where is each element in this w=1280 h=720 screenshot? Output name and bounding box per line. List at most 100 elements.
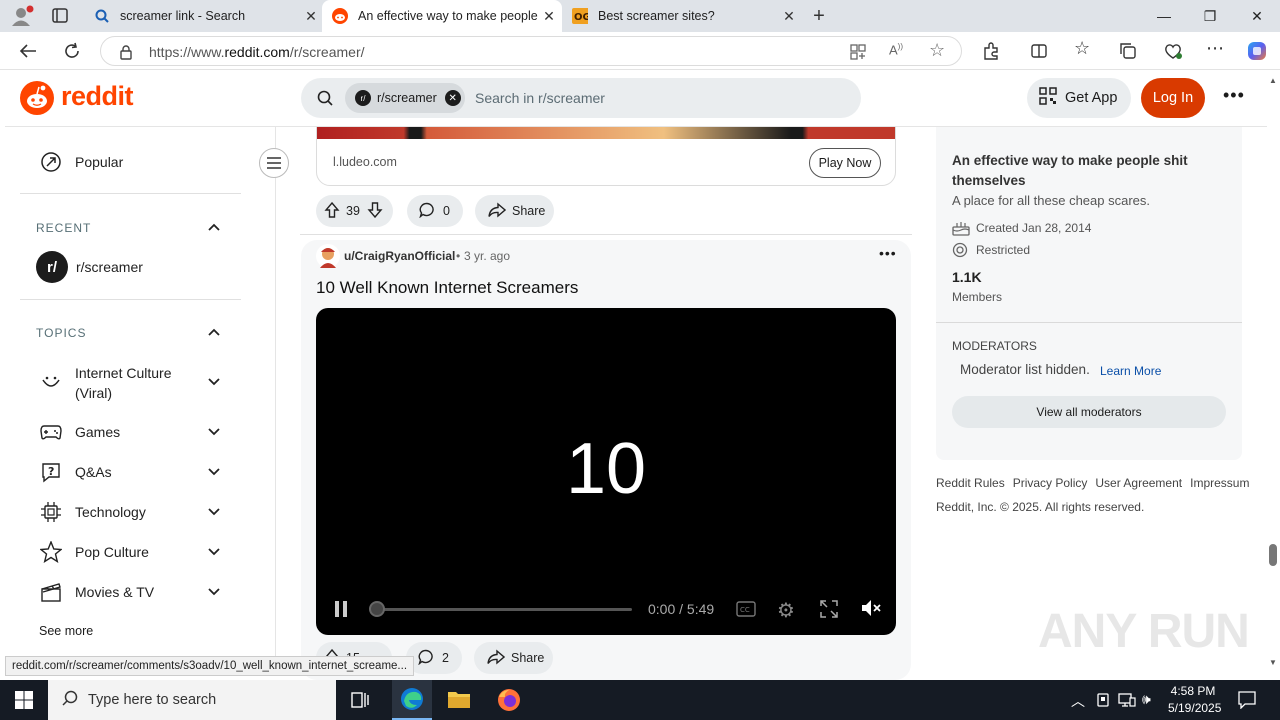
minimize-icon[interactable]: — — [1141, 0, 1187, 32]
get-app-button[interactable]: Get App — [1027, 78, 1131, 118]
view-all-moderators-button[interactable]: View all moderators — [952, 396, 1226, 428]
tab-reddit[interactable]: An effective way to make people ✕ — [322, 0, 562, 32]
back-icon[interactable] — [14, 38, 42, 64]
taskbar-search-box[interactable]: Type here to search — [48, 680, 336, 720]
collections-icon[interactable] — [1119, 42, 1137, 65]
restore-icon[interactable]: ❐ — [1187, 0, 1233, 32]
close-tab-icon[interactable]: ✕ — [780, 8, 798, 25]
chevron-down-icon[interactable] — [207, 585, 221, 599]
watermark: ANY RUN — [1038, 605, 1250, 658]
sidebar-item-r-screamer[interactable]: r/ r/screamer — [36, 251, 143, 283]
sidebar-topic-movies-tv[interactable]: Movies & TV — [39, 580, 154, 604]
upvote-icon[interactable] — [324, 201, 340, 221]
sidebar-topic-qas[interactable]: ? Q&As — [39, 460, 112, 484]
topics-heading[interactable]: TOPICS — [36, 326, 86, 340]
video-player[interactable]: 10 0:00 / 5:49 CC ⚙ — [316, 308, 896, 635]
sidebar-topic-games[interactable]: Games — [39, 420, 120, 444]
chevron-up-icon[interactable] — [207, 325, 221, 339]
reddit-logo-text[interactable]: reddit — [61, 81, 134, 112]
footer-link-user-agreement[interactable]: User Agreement — [1095, 476, 1182, 490]
login-button[interactable]: Log In — [1141, 78, 1205, 118]
post-title[interactable]: 10 Well Known Internet Screamers — [316, 278, 578, 298]
search-bar[interactable]: r/ r/screamer ✕ Search in r/screamer — [301, 78, 861, 118]
chevron-down-icon[interactable] — [207, 545, 221, 559]
search-community-chip[interactable]: r/ r/screamer ✕ — [345, 83, 465, 113]
tab-best-screamer[interactable]: OG Best screamer sites? ✕ — [562, 0, 798, 32]
taskbar-clock[interactable]: 4:58 PM 5/19/2025 — [1168, 683, 1221, 717]
ad-card[interactable]: l.ludeo.com Play Now — [316, 127, 896, 186]
profile-icon[interactable] — [10, 5, 34, 27]
video-progress-track[interactable] — [370, 608, 632, 611]
reddit-logo-icon[interactable] — [20, 81, 54, 120]
video-progress-handle[interactable] — [369, 601, 385, 617]
notifications-icon[interactable] — [1238, 691, 1256, 714]
close-window-icon[interactable]: ✕ — [1234, 0, 1280, 32]
footer-link-rules[interactable]: Reddit Rules — [936, 476, 1005, 490]
author-avatar[interactable] — [316, 244, 340, 273]
footer-link-impressum[interactable]: Impressum — [1190, 476, 1249, 490]
volume-icon[interactable]: 🕪 — [1142, 691, 1151, 708]
extensions-icon[interactable] — [982, 42, 1000, 65]
see-more-link[interactable]: See more — [39, 624, 93, 638]
ad-domain[interactable]: l.ludeo.com — [333, 155, 397, 169]
new-tab-icon[interactable]: + — [808, 5, 830, 27]
post-share-button[interactable]: Share — [474, 642, 553, 674]
post-comments-button[interactable]: 2 — [406, 642, 462, 674]
chevron-down-icon[interactable] — [207, 505, 221, 519]
muted-icon[interactable] — [861, 599, 881, 622]
firefox-icon[interactable] — [497, 688, 521, 717]
task-view-icon[interactable] — [350, 691, 370, 714]
captions-icon[interactable]: CC — [736, 601, 756, 622]
post-card[interactable]: u/CraigRyanOfficial • 3 yr. ago ••• 10 W… — [301, 240, 911, 680]
scroll-down-icon[interactable]: ▼ — [1269, 658, 1277, 667]
ad-image[interactable] — [317, 127, 895, 139]
settings-gear-icon[interactable]: ⚙ — [777, 598, 795, 623]
tab-title: Best screamer sites? — [598, 9, 715, 23]
play-now-button[interactable]: Play Now — [809, 148, 881, 178]
refresh-icon[interactable] — [58, 38, 86, 64]
copilot-icon[interactable] — [1246, 40, 1268, 67]
ad-comments-button[interactable]: 0 — [407, 195, 463, 227]
chevron-down-icon[interactable] — [207, 425, 221, 439]
chevron-up-icon[interactable] — [207, 220, 221, 234]
tab-actions-icon[interactable] — [50, 7, 70, 25]
close-tab-icon[interactable]: ✕ — [302, 8, 320, 25]
learn-more-link[interactable]: Learn More — [1100, 364, 1161, 378]
app-available-icon[interactable] — [849, 43, 867, 66]
search-input[interactable]: Search in r/screamer — [475, 90, 605, 106]
scroll-up-icon[interactable]: ▲ — [1269, 76, 1277, 85]
page-scrollbar[interactable]: ▲ ▼ — [1267, 70, 1280, 672]
browser-essentials-icon[interactable] — [1163, 42, 1183, 65]
post-menu-icon[interactable]: ••• — [879, 245, 897, 261]
chevron-down-icon[interactable] — [207, 465, 221, 479]
pause-icon[interactable] — [332, 600, 350, 623]
remove-chip-icon[interactable]: ✕ — [444, 90, 461, 106]
lock-icon[interactable] — [119, 44, 133, 65]
recent-heading[interactable]: RECENT — [36, 221, 91, 235]
read-aloud-icon[interactable]: A)) — [889, 42, 903, 57]
sidebar-topic-technology[interactable]: Technology — [39, 500, 146, 524]
file-explorer-icon[interactable] — [447, 688, 471, 715]
close-tab-icon[interactable]: ✕ — [540, 8, 558, 25]
tray-chevron-icon[interactable]: ︿ — [1071, 691, 1085, 711]
network-icon[interactable] — [1118, 692, 1136, 713]
post-author[interactable]: u/CraigRyanOfficial — [344, 249, 455, 263]
address-bar[interactable]: https://www.reddit.com/r/screamer/ A)) ☆ — [100, 36, 962, 66]
downvote-icon[interactable] — [367, 201, 383, 221]
favorites-icon[interactable]: ☆ — [1074, 38, 1090, 59]
tray-device-icon[interactable] — [1096, 692, 1110, 713]
taskbar-edge[interactable] — [392, 680, 432, 720]
split-screen-icon[interactable] — [1030, 42, 1048, 65]
sidebar-topic-pop-culture[interactable]: Pop Culture — [39, 540, 149, 564]
favorite-star-icon[interactable]: ☆ — [929, 40, 945, 61]
scrollbar-thumb[interactable] — [1269, 544, 1277, 566]
ad-share-button[interactable]: Share — [475, 195, 554, 227]
tab-search[interactable]: screamer link - Search ✕ — [84, 0, 320, 32]
fullscreen-icon[interactable] — [820, 600, 838, 623]
footer-link-privacy[interactable]: Privacy Policy — [1013, 476, 1088, 490]
overflow-menu-icon[interactable]: ••• — [1223, 85, 1245, 106]
chevron-down-icon[interactable] — [207, 375, 221, 389]
more-menu-icon[interactable]: ⋯ — [1206, 38, 1225, 59]
windows-start-icon[interactable] — [15, 691, 33, 714]
sidebar-item-popular[interactable]: Popular — [39, 150, 123, 174]
